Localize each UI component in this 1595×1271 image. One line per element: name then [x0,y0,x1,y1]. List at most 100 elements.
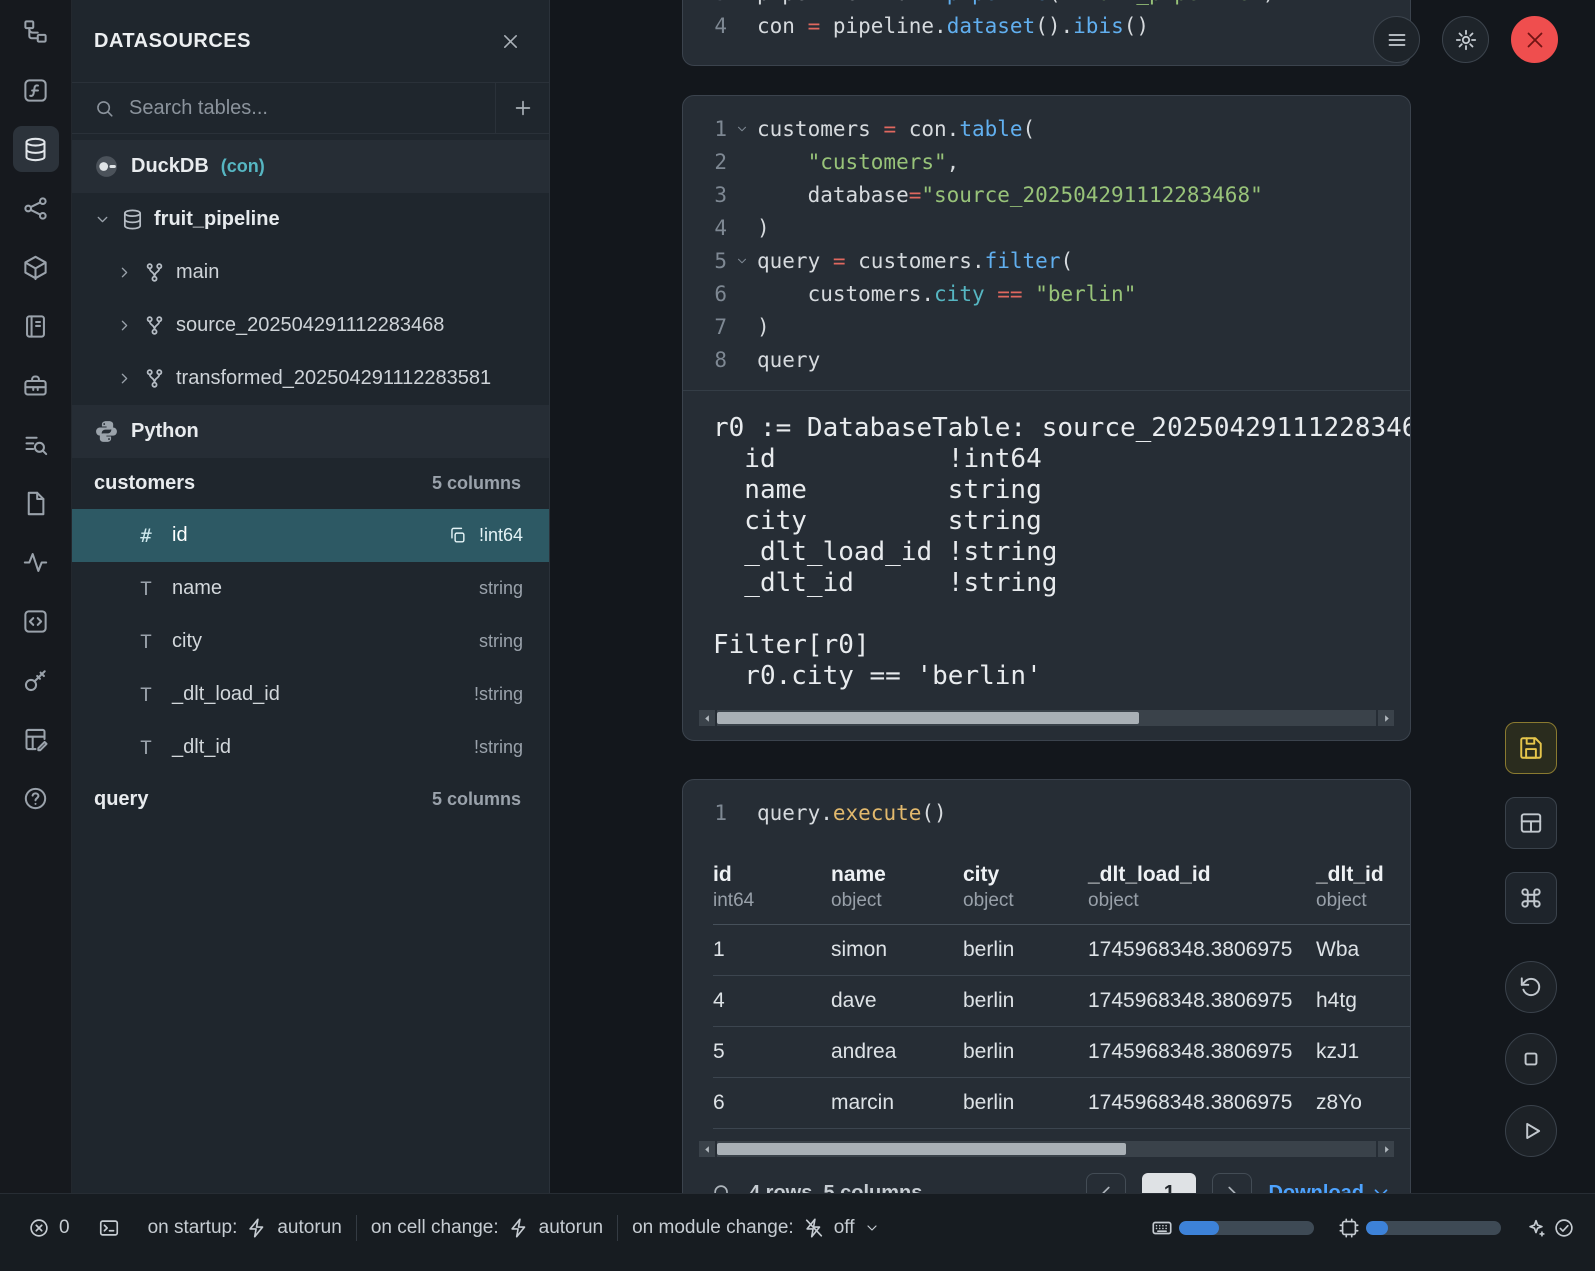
code-line[interactable]: 4) [683,211,1410,244]
layout-icon [1518,810,1544,836]
menu-button[interactable] [1373,16,1420,63]
scroll-left-icon[interactable] [699,710,715,726]
package-icon[interactable] [13,244,59,290]
table-edit-icon[interactable] [13,716,59,762]
code-line[interactable]: 5query = customers.filter( [683,244,1410,277]
column-row-_dlt_id[interactable]: T_dlt_id!string [72,721,549,774]
graph-icon[interactable] [13,185,59,231]
fold-chevron-down-icon[interactable] [735,122,749,136]
code-cell-execute[interactable]: 1query.execute() idint64nameobjectcityob… [682,779,1411,1193]
stop-button[interactable] [1505,1033,1557,1085]
settings-button[interactable] [1442,16,1489,63]
code-line[interactable]: 3pipeline = dlt.pipeline("fruit_pipeline… [683,0,1410,9]
table-row[interactable]: 4daveberlin1745968348.3806975h4tg [713,976,1410,1027]
run-button[interactable] [1505,1105,1557,1157]
code-line[interactable]: 8query [683,343,1410,376]
search-tables-input[interactable] [129,83,495,133]
scrollbar-track[interactable] [717,710,1376,726]
table-row[interactable]: 6marcinberlin1745968348.3806975z8Yo [713,1078,1410,1129]
output-horizontal-scrollbar[interactable] [699,710,1394,726]
table-search-icon[interactable] [711,1182,733,1193]
save-button[interactable] [1505,722,1557,774]
copy-icon[interactable] [448,526,467,545]
toolbox-icon[interactable] [13,362,59,408]
undo-button[interactable] [1505,961,1557,1013]
code-line[interactable]: 6 customers.city == "berlin" [683,277,1410,310]
tree-item-transformed_202504291112283581[interactable]: transformed_202504291112283581 [72,352,549,405]
scroll-left-icon[interactable] [699,1141,715,1157]
keyboard-icon[interactable] [1151,1217,1173,1239]
code-editor[interactable]: 1customers = con.table(2 "customers",3 d… [683,96,1410,390]
layout-button[interactable] [1505,797,1557,849]
code-editor[interactable]: 3pipeline = dlt.pipeline("fruit_pipeline… [683,0,1410,56]
query-table-header[interactable]: query 5 columns [72,774,549,825]
help-icon[interactable] [13,775,59,821]
code-line[interactable]: 1query.execute() [683,796,1410,829]
table-header-name[interactable]: nameobject [831,849,963,925]
on-cell-change-setting[interactable]: on cell change: autorun [357,1217,617,1239]
column-row-city[interactable]: Tcitystring [72,615,549,668]
code-line[interactable]: 2 "customers", [683,145,1410,178]
scrollbar-track[interactable] [717,1141,1376,1157]
table-header-_dlt_id[interactable]: _dlt_idobject [1316,849,1410,925]
flow-tree-icon[interactable] [13,8,59,54]
command-palette-button[interactable] [1505,872,1557,924]
code-cell-setup[interactable]: 3pipeline = dlt.pipeline("fruit_pipeline… [682,0,1411,66]
document-icon[interactable] [13,480,59,526]
column-row-_dlt_load_id[interactable]: T_dlt_load_id!string [72,668,549,721]
scrollbar-thumb[interactable] [717,1143,1126,1155]
key-icon[interactable] [13,657,59,703]
on-startup-setting[interactable]: on startup: autorun [134,1217,356,1239]
table-horizontal-scrollbar[interactable] [699,1141,1394,1157]
table-row[interactable]: 5andreaberlin1745968348.3806975kzJ1 [713,1027,1410,1078]
column-row-name[interactable]: Tnamestring [72,562,549,615]
check-circle-icon[interactable] [1553,1217,1575,1239]
close-button[interactable] [1511,16,1558,63]
tree-item-source_202504291112283468[interactable]: source_202504291112283468 [72,299,549,352]
fold-chevron-down-icon[interactable] [735,254,749,268]
notebook-icon[interactable] [13,303,59,349]
add-datasource-button[interactable] [495,83,549,133]
terminal-button[interactable] [84,1217,134,1239]
chevron-right-icon[interactable] [116,264,133,281]
next-page-button[interactable] [1212,1173,1252,1193]
code-line[interactable]: 7) [683,310,1410,343]
list-search-icon[interactable] [13,421,59,467]
page-number-box[interactable]: 1 [1142,1173,1196,1193]
chip-icon[interactable] [1338,1217,1360,1239]
chip-slider[interactable] [1366,1221,1501,1235]
table-header-_dlt_load_id[interactable]: _dlt_load_idobject [1088,849,1316,925]
code-cell-query[interactable]: 1customers = con.table(2 "customers",3 d… [682,95,1411,741]
customers-table-header[interactable]: customers 5 columns [72,458,549,509]
table-header-id[interactable]: idint64 [713,849,831,925]
keyboard-slider[interactable] [1179,1221,1314,1235]
tree-item-main[interactable]: main [72,246,549,299]
chevron-right-icon[interactable] [116,370,133,387]
download-link[interactable]: Download [1268,1182,1392,1194]
chevron-right-icon[interactable] [116,317,133,334]
column-row-id[interactable]: #id!int64 [72,509,549,562]
duckdb-connection-row[interactable]: DuckDB (con) [72,140,549,193]
scrollbar-thumb[interactable] [717,712,1139,724]
function-icon[interactable] [13,67,59,113]
scroll-right-icon[interactable] [1378,1141,1394,1157]
activity-icon[interactable] [13,539,59,585]
code-line[interactable]: 3 database="source_202504291112283468" [683,178,1410,211]
python-section-row[interactable]: Python [72,405,549,458]
tree-item-fruit_pipeline[interactable]: fruit_pipeline [72,193,549,246]
close-panel-icon[interactable] [500,31,521,52]
code-text: query.execute() [757,801,947,825]
chevron-down-icon[interactable] [94,211,111,228]
errors-indicator[interactable]: 0 [14,1217,84,1239]
table-row[interactable]: 1simonberlin1745968348.3806975Wba [713,925,1410,976]
database-icon[interactable] [13,126,59,172]
sparkles-icon[interactable] [1525,1217,1547,1239]
code-line[interactable]: 4con = pipeline.dataset().ibis() [683,9,1410,42]
prev-page-button[interactable] [1086,1173,1126,1193]
code-block-icon[interactable] [13,598,59,644]
table-header-city[interactable]: cityobject [963,849,1088,925]
code-editor[interactable]: 1query.execute() [683,780,1410,843]
code-line[interactable]: 1customers = con.table( [683,112,1410,145]
scroll-right-icon[interactable] [1378,710,1394,726]
on-module-change-setting[interactable]: on module change: off [618,1217,893,1239]
